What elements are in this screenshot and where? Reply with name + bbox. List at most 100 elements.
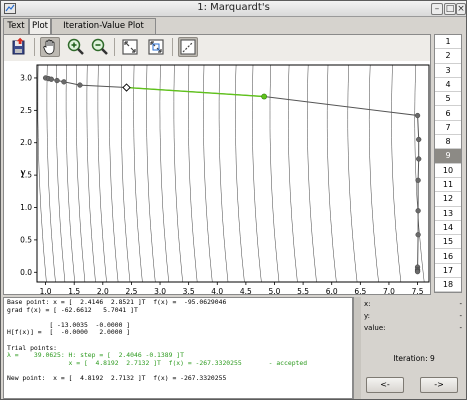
maximize-button[interactable]: □ <box>444 3 456 15</box>
zoom-to-fit-button[interactable] <box>120 37 140 57</box>
close-button[interactable]: × <box>456 3 466 15</box>
autoscale-icon <box>180 39 196 55</box>
x-tick-label: 2.0 <box>97 287 109 294</box>
iteration-list-item[interactable]: 11 <box>435 178 461 193</box>
iteration-point <box>415 208 421 214</box>
close-icon: × <box>457 4 465 14</box>
toolbar-separator <box>34 38 35 56</box>
x-tick-label: 2.5 <box>125 287 137 294</box>
iteration-list-item[interactable]: 1 <box>435 35 461 50</box>
iteration-list-item[interactable]: 10 <box>435 164 461 178</box>
next-iteration-button[interactable]: -> <box>420 377 458 393</box>
zoom-window-button[interactable] <box>146 37 166 57</box>
y-tick-label: 0.5 <box>20 235 32 244</box>
x-tick-label: 6.0 <box>326 287 338 294</box>
autoscale-button[interactable] <box>178 37 198 57</box>
tab-text[interactable]: Text <box>3 18 29 34</box>
y-readout: y: - <box>364 311 464 321</box>
y-tick-label: 3.0 <box>20 73 32 82</box>
contour-line <box>173 64 183 283</box>
contour-line <box>252 64 262 283</box>
pan-hand-icon <box>43 39 55 55</box>
contour-line <box>65 64 75 283</box>
iteration-list-item[interactable]: 5 <box>435 92 461 107</box>
x-tick-label: 1.5 <box>68 287 80 294</box>
toolbar-separator <box>114 38 115 56</box>
main-window: 1: Marquardt's – □ × Text Plot Iteration… <box>0 0 467 400</box>
contour-line <box>235 64 245 283</box>
iteration-point <box>414 112 421 119</box>
previous-iteration-button[interactable]: <- <box>366 377 404 393</box>
iteration-list-item[interactable]: 9 <box>435 149 461 164</box>
iteration-points <box>42 75 422 275</box>
iteration-list-item[interactable]: 18 <box>435 278 461 293</box>
x-tick-label: 5.5 <box>297 287 309 294</box>
plot-toolbar <box>4 35 430 61</box>
minimize-button[interactable]: – <box>431 3 443 15</box>
iteration-list-item[interactable]: 2 <box>435 49 461 64</box>
contour-line <box>97 64 107 283</box>
save-button[interactable] <box>10 37 30 57</box>
contour-line <box>414 64 425 283</box>
value-readout-label: value: <box>364 324 386 332</box>
log-line: x = [ 4.8192 2.7132 ]T f(x) = -267.33202… <box>7 358 308 367</box>
window-title: 1: Marquardt's <box>197 2 270 13</box>
iteration-list-item[interactable]: 14 <box>435 221 461 236</box>
zoom-out-icon <box>91 38 108 55</box>
iteration-list-item[interactable]: 17 <box>435 264 461 279</box>
y-tick-label: 2.5 <box>20 106 32 115</box>
x-tick-label: 4.0 <box>211 287 223 294</box>
iteration-list-item[interactable]: 12 <box>435 192 461 207</box>
zoom-in-button[interactable] <box>66 37 86 57</box>
contour-line <box>133 64 143 283</box>
tab-plot[interactable]: Plot <box>29 18 51 35</box>
iteration-list-item[interactable]: 8 <box>435 135 461 150</box>
contour-line <box>288 64 298 283</box>
log-lines: Base point: x = [ 2.4146 2.8521 ]T f(x) … <box>7 298 349 383</box>
iteration-list[interactable]: 1 2 3 4 5 6 7 8 9 10 11 12 13 14 15 16 17 18 <box>434 34 462 293</box>
log-line: New point: x = [ 4.8192 2.7132 ]T f(x) =… <box>7 373 227 382</box>
iteration-point <box>415 232 421 238</box>
contour-line <box>86 64 96 283</box>
iteration-list-item[interactable]: 16 <box>435 250 461 264</box>
iteration-point <box>415 177 421 183</box>
contour-line <box>347 64 358 283</box>
trial-step <box>126 86 265 98</box>
x-tick-label: 4.5 <box>240 287 252 294</box>
iteration-log[interactable]: Base point: x = [ 2.4146 2.8521 ]T f(x) … <box>3 297 353 399</box>
contour-line <box>46 64 56 283</box>
x-tick-label: 3.0 <box>154 287 166 294</box>
iteration-point <box>416 136 422 143</box>
contour-line <box>203 64 213 283</box>
x-tick-label: 3.5 <box>183 287 195 294</box>
log-scrollbar[interactable] <box>353 297 361 399</box>
path-line <box>45 77 420 272</box>
plot-tab-pane: 1.0 1.5 2.0 2.5 3.0 3.5 4.0 4.5 5.0 5.5 6.0 6.5 7.0 7… <box>3 34 431 295</box>
iteration-list-item[interactable]: 13 <box>435 207 461 221</box>
y-tick-label: 0.0 <box>20 268 32 277</box>
y-readout-label: y: <box>364 312 370 320</box>
title-bar[interactable]: 1: Marquardt's – □ × <box>1 1 466 17</box>
pan-button[interactable] <box>40 37 60 57</box>
iteration-point <box>77 82 83 88</box>
iteration-point <box>54 77 60 84</box>
tab-iteration-value-plot[interactable]: Iteration-Value Plot <box>51 18 156 34</box>
x-readout-label: x: <box>364 300 371 308</box>
y-axis-label: y <box>20 168 26 178</box>
contour-line <box>146 64 156 283</box>
x-tick-label: 1.0 <box>40 287 52 294</box>
contour-line <box>326 64 337 283</box>
iteration-list-item[interactable]: 3 <box>435 64 461 78</box>
iteration-point <box>48 76 54 82</box>
contour-line <box>109 64 119 283</box>
iteration-list-item[interactable]: 6 <box>435 107 461 121</box>
iteration-list-item[interactable]: 15 <box>435 235 461 250</box>
contour-line <box>218 64 229 283</box>
contour-plot[interactable]: 1.0 1.5 2.0 2.5 3.0 3.5 4.0 4.5 5.0 5.5 6.0 6.5 7.0 7… <box>4 61 430 294</box>
iteration-list-item[interactable]: 7 <box>435 121 461 136</box>
log-line: H[f(x)] = [ -0.0000 2.0000 ] <box>7 328 131 337</box>
iteration-list-item[interactable]: 4 <box>435 78 461 93</box>
zoom-out-button[interactable] <box>90 37 110 57</box>
iteration-point <box>61 79 67 85</box>
